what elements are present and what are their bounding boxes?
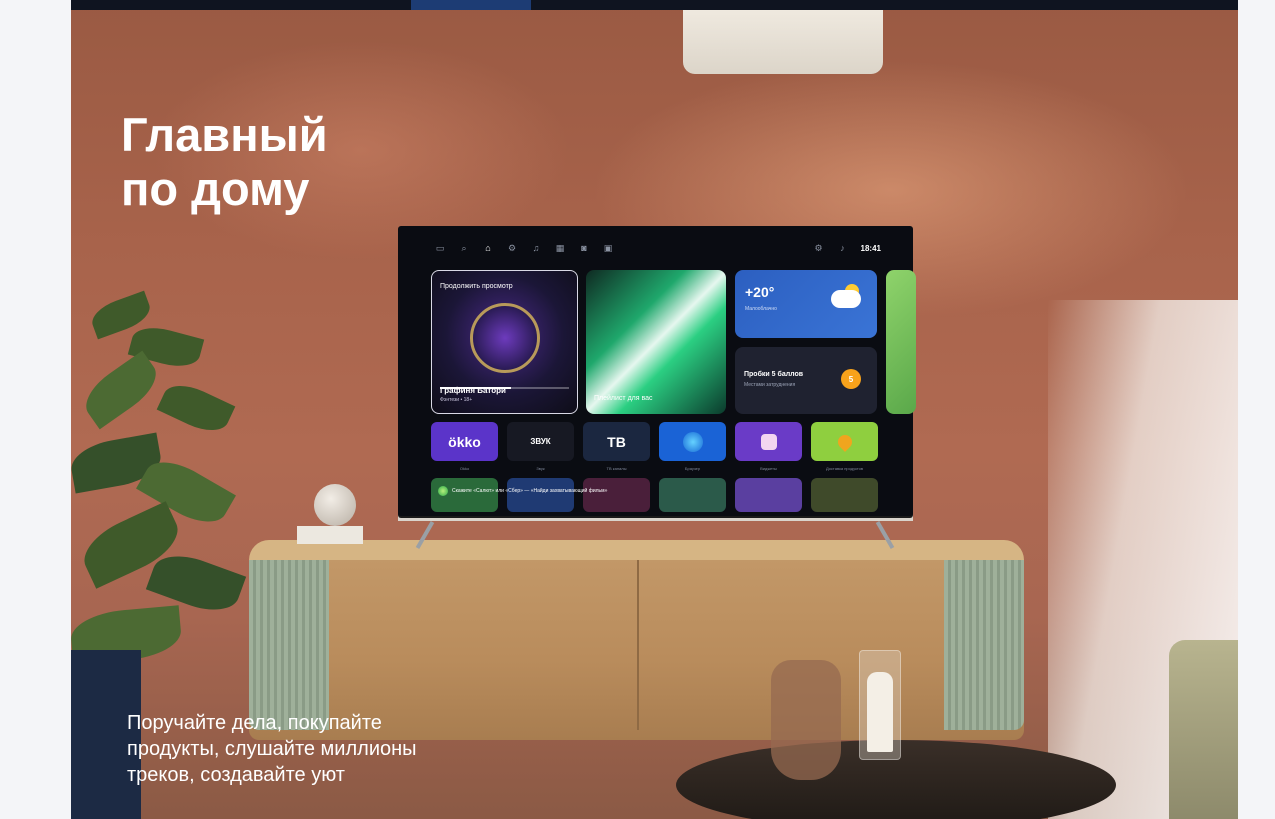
decor-ball (314, 484, 356, 526)
traffic-score-badge: 5 (841, 369, 861, 389)
content-tile[interactable] (659, 478, 726, 512)
gamepad-icon[interactable]: ◙ (578, 243, 590, 253)
assistant-icon (438, 486, 448, 496)
music-icon[interactable]: ♫ (530, 243, 542, 253)
tagline-line-2: продукты, слушайте миллионы (127, 738, 417, 760)
cabinet-slats-right (944, 560, 1024, 730)
pendant-lamp (683, 10, 883, 74)
page: Главный по дому ▭ ⌕ ⌂ ⚙ ♫ ▦ ◙ ▣ ⚙ ♪ 18:4… (0, 0, 1275, 819)
headline-line-2: по дому (121, 162, 310, 215)
content-tile[interactable] (735, 478, 802, 512)
app-caption: Доставка продуктов (825, 466, 864, 471)
continue-title: Графиня Батори (440, 386, 506, 395)
playlist-label: Плейлист для вас (594, 395, 653, 402)
traffic-title: Пробки 5 баллов (744, 371, 804, 378)
app-okko[interactable]: ökko (431, 422, 498, 461)
headline: Главный по дому (121, 108, 328, 216)
grid-icon[interactable]: ▦ (554, 243, 566, 253)
continue-watching-card[interactable]: Продолжить просмотр Графиня Батори Фэнте… (431, 270, 578, 414)
headline-line-1: Главный (121, 108, 328, 161)
apps-row: ökko ЗВУК ТВ (431, 422, 878, 461)
globe-icon (682, 431, 703, 452)
tagline-line-3: треков, создавайте уют (127, 764, 345, 786)
books (297, 526, 363, 544)
assistant-hint: Скажите «Салют» или «Сбер» — «Найди захв… (438, 486, 607, 496)
tv-clock: 18:41 (860, 243, 881, 253)
pin-icon (834, 431, 855, 452)
app-delivery[interactable] (811, 422, 878, 461)
app-caption: ТВ каналы (606, 466, 627, 471)
settings-icon[interactable]: ⚙ (813, 243, 825, 253)
weather-card[interactable]: +20° Малооблачно (735, 270, 877, 338)
app-browser[interactable] (659, 422, 726, 461)
tv-screen: ▭ ⌕ ⌂ ⚙ ♫ ▦ ◙ ▣ ⚙ ♪ 18:41 Продолжить про… (398, 226, 916, 516)
cabinet-top (249, 540, 1024, 560)
app-caption: Браузер (684, 466, 701, 471)
tv-top-nav: ▭ ⌕ ⌂ ⚙ ♫ ▦ ◙ ▣ ⚙ ♪ 18:41 (434, 241, 881, 255)
search-icon[interactable]: ⌕ (458, 243, 470, 253)
traffic-desc: Местами затруднения (744, 382, 796, 388)
candle (867, 672, 893, 752)
tagline-line-1: Поручайте дела, покупайте (127, 712, 382, 734)
cabinet-slats-left (249, 560, 329, 730)
cabinet-divider (637, 560, 639, 730)
playlist-card[interactable]: Плейлист для вас (586, 270, 726, 414)
tv-logo: ТВ (607, 433, 626, 450)
home-icon[interactable]: ⌂ (482, 243, 494, 253)
tv-icon[interactable]: ▭ (434, 243, 446, 253)
poster-art (470, 303, 540, 373)
cloud-icon (831, 290, 861, 308)
weather-temp: +20° (745, 284, 775, 300)
app-widgets[interactable] (735, 422, 802, 461)
continue-label: Продолжить просмотр (440, 283, 513, 290)
bell-icon[interactable]: ♪ (837, 243, 849, 253)
puzzle-icon (760, 433, 777, 450)
app-tv[interactable]: ТВ (583, 422, 650, 461)
zvuk-logo: ЗВУК (530, 437, 551, 446)
promo-banner: Главный по дому ▭ ⌕ ⌂ ⚙ ♫ ▦ ◙ ▣ ⚙ ♪ 18:4… (71, 0, 1238, 819)
app-caption: Звук (536, 466, 545, 471)
traffic-card[interactable]: Пробки 5 баллов Местами затруднения 5 (735, 347, 877, 414)
extra-card[interactable] (886, 270, 916, 414)
apps-captions: Okko Звук ТВ каналы Браузер Виджеты Дост… (431, 466, 878, 471)
armchair (1169, 640, 1238, 819)
app-zvuk[interactable]: ЗВУК (507, 422, 574, 461)
weather-desc: Малооблачно (745, 306, 777, 312)
continue-meta: Фэнтези • 18+ (440, 397, 473, 403)
plant (71, 290, 261, 710)
gear-icon[interactable]: ⚙ (506, 243, 518, 253)
app-caption: Okko (459, 466, 470, 471)
assistant-text: Скажите «Салют» или «Сбер» — «Найди захв… (452, 488, 608, 494)
okko-logo: ökko (448, 433, 481, 450)
store-icon[interactable]: ▣ (602, 243, 614, 253)
app-caption: Виджеты (760, 466, 777, 471)
vase (771, 660, 841, 780)
content-tile[interactable] (811, 478, 878, 512)
tagline: Поручайте дела, покупайте продукты, слуш… (127, 710, 417, 788)
